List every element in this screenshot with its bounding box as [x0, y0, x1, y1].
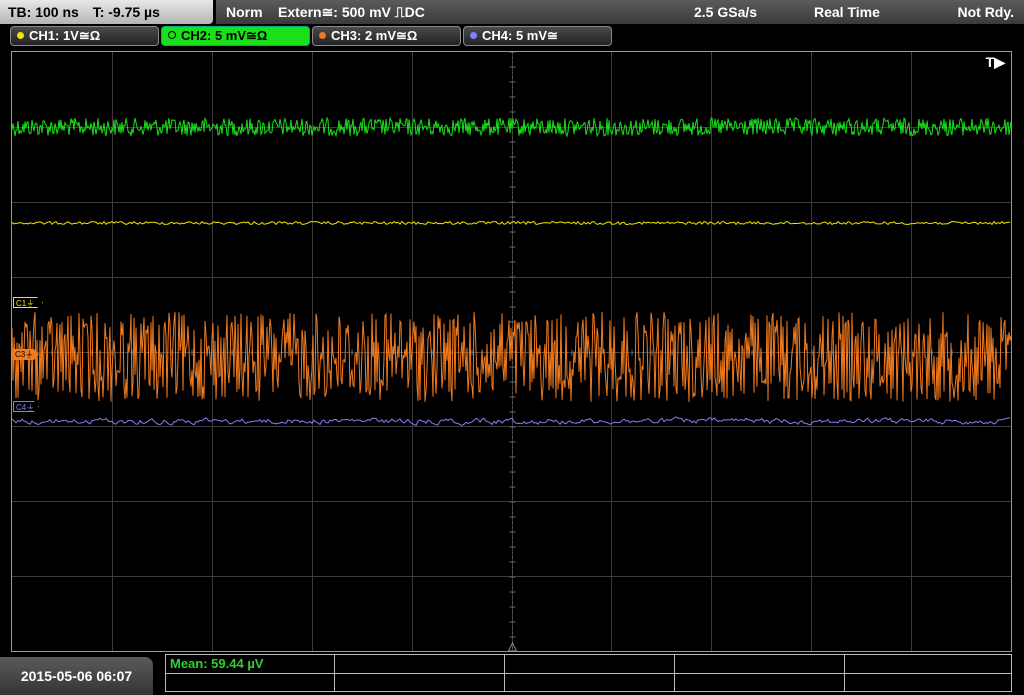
trigger-position-marker[interactable]: T▶: [986, 54, 1005, 71]
channel-tab-ch1[interactable]: CH1: 1V≅Ω: [10, 26, 159, 46]
ch1-color-dot: [17, 32, 24, 39]
ch3-label: CH3: 2 mV≅Ω: [331, 28, 418, 43]
channel-bar: CH1: 1V≅Ω CH2: 5 mV≅Ω CH3: 2 mV≅Ω CH4: 5…: [0, 26, 1024, 48]
ch3-color-dot: [319, 32, 326, 39]
trigger-source: Extern≅: 500 mV ⎍DC: [278, 4, 425, 20]
measurement-cell[interactable]: [334, 655, 505, 673]
channel-tab-ch4[interactable]: CH4: 5 mV≅: [463, 26, 612, 46]
ch3-waveform: [12, 311, 1011, 403]
top-status-bar: TB: 100 ns T: -9.75 µs Norm Extern≅: 500…: [0, 0, 1024, 24]
ch2-label: CH2: 5 mV≅Ω: [181, 28, 268, 43]
ch1-label: CH1: 1V≅Ω: [29, 28, 101, 43]
ch4-waveform: [12, 416, 1011, 426]
measurement-cell[interactable]: [504, 673, 675, 691]
channel-tab-ch2[interactable]: CH2: 5 mV≅Ω: [161, 26, 310, 46]
channel-tab-ch3[interactable]: CH3: 2 mV≅Ω: [312, 26, 461, 46]
acquisition-status-line[interactable]: Norm Extern≅: 500 mV ⎍DC 2.5 GSa/s Real …: [216, 0, 1024, 24]
measurement-cell[interactable]: [674, 655, 845, 673]
ch1-waveform: [12, 220, 1011, 226]
date-time-display: 2015-05-06 06:07: [0, 657, 153, 695]
run-status: Not Rdy.: [957, 4, 1014, 20]
measurement-panel[interactable]: Mean: 59.44 µV: [165, 654, 1012, 692]
timebase-label: TB: 100 ns: [8, 4, 79, 20]
ch4-label: CH4: 5 mV≅: [482, 28, 558, 43]
measurement-row: [166, 673, 1011, 691]
ch4-offset-marker[interactable]: C4⏚: [13, 401, 39, 412]
measurement-cell[interactable]: [504, 655, 675, 673]
waveform-canvas: [12, 52, 1011, 651]
ch1-offset-marker[interactable]: C1⏚: [13, 297, 43, 308]
sample-rate: 2.5 GSa/s: [694, 4, 758, 20]
measurement-cell[interactable]: [166, 673, 335, 691]
ch4-color-dot: [470, 32, 477, 39]
trigger-mode: Norm: [226, 4, 263, 20]
timebase-box[interactable]: TB: 100 ns T: -9.75 µs: [0, 0, 213, 24]
acquisition-mode: Real Time: [814, 4, 880, 20]
measurement-row: Mean: 59.44 µV: [166, 655, 1011, 674]
ch2-color-dot: [168, 31, 176, 39]
ch3-offset-marker[interactable]: C3⏚: [13, 349, 39, 360]
measurement-cell[interactable]: [674, 673, 845, 691]
mean-measurement: Mean: 59.44 µV: [170, 656, 264, 671]
measurement-cell-mean[interactable]: Mean: 59.44 µV: [166, 655, 335, 673]
measurement-cell[interactable]: [334, 673, 505, 691]
waveform-display[interactable]: T▶ C1⏚ C3⏚ C4⏚: [11, 51, 1012, 652]
trigger-time-label: T: -9.75 µs: [92, 4, 160, 20]
